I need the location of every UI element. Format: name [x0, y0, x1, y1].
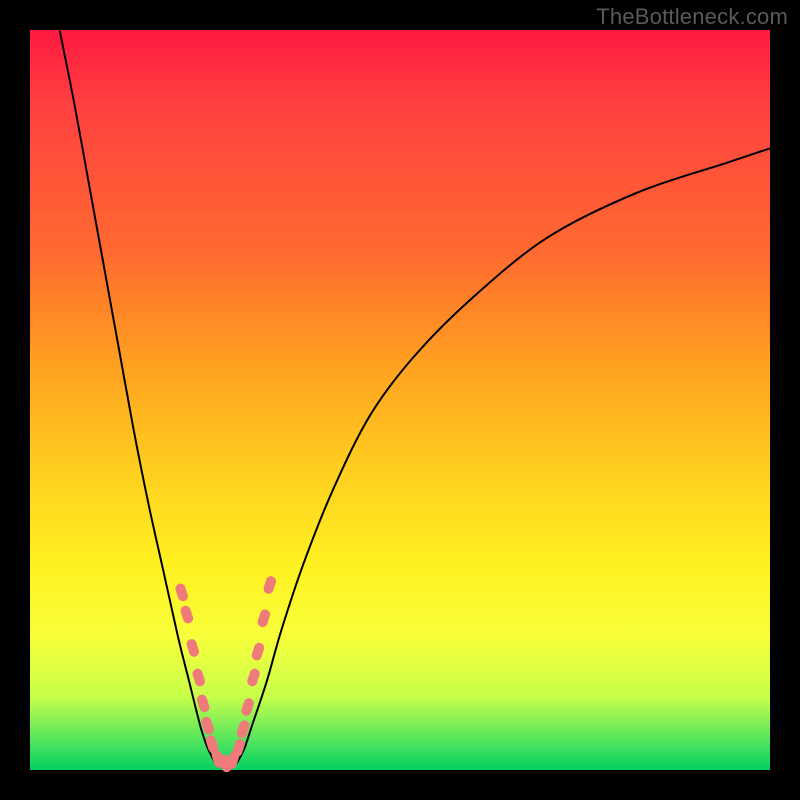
marker-point: [191, 667, 206, 687]
plot-area: [30, 30, 770, 770]
chart-frame: TheBottleneck.com: [0, 0, 800, 800]
marker-point: [246, 667, 261, 687]
marker-point: [240, 697, 255, 717]
chart-svg: [30, 30, 770, 770]
marker-point: [174, 582, 189, 602]
marker-point: [262, 575, 277, 595]
marker-point: [185, 638, 200, 658]
marker-point: [256, 608, 271, 628]
marker-point: [196, 693, 211, 713]
marker-point: [250, 641, 265, 661]
scatter-points: [174, 575, 277, 774]
marker-point: [179, 604, 194, 624]
right-curve: [237, 148, 770, 762]
watermark-text: TheBottleneck.com: [596, 4, 788, 30]
